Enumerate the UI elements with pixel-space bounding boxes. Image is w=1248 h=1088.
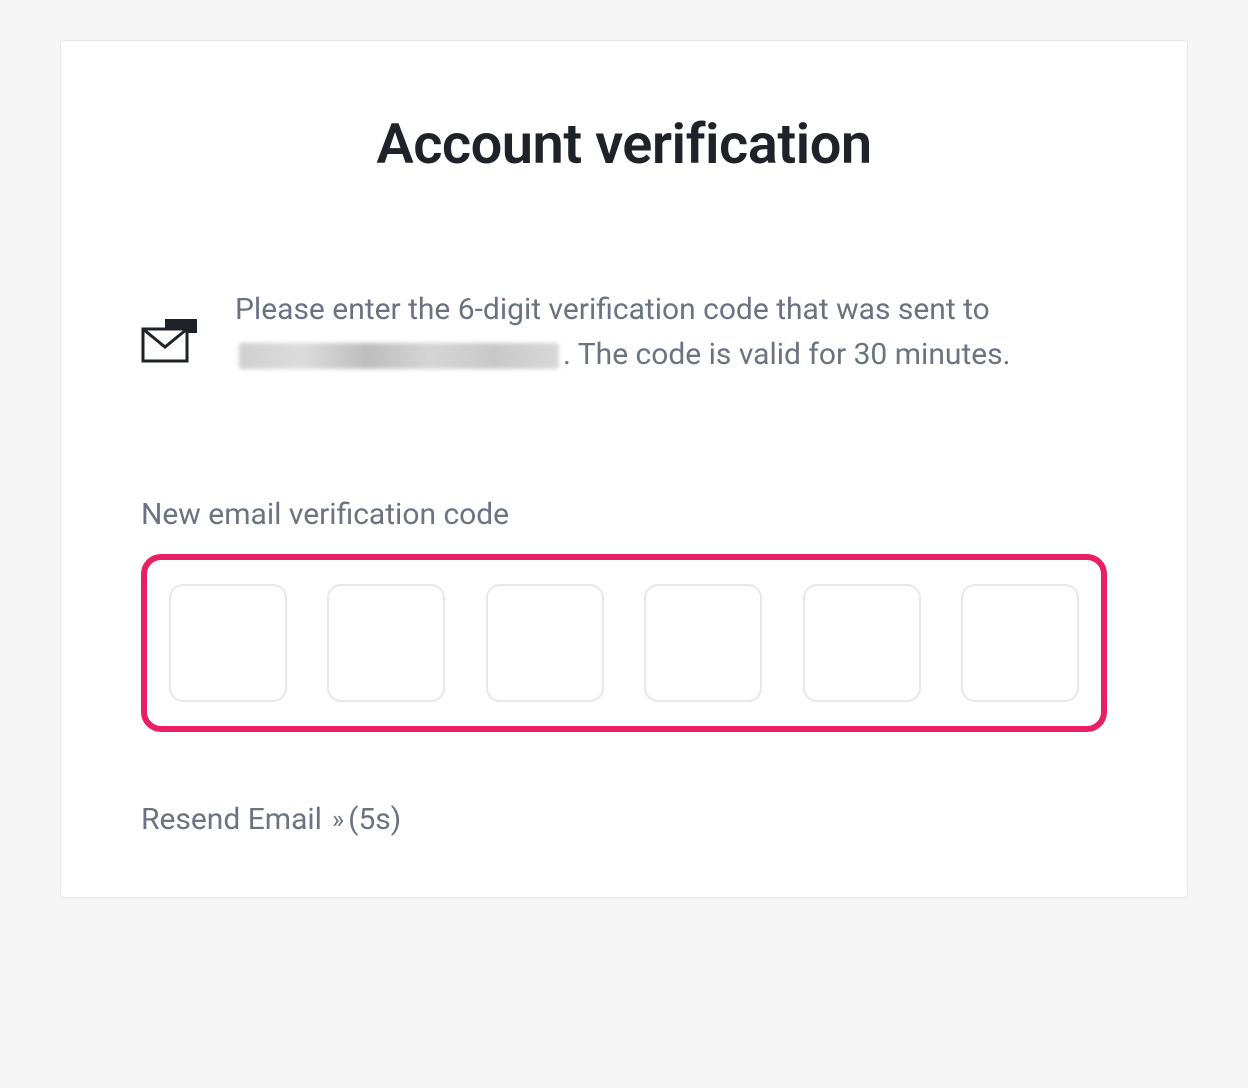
resend-cooldown: (5s) [348, 802, 401, 837]
code-digit-4[interactable] [644, 584, 762, 702]
code-digit-1[interactable] [169, 584, 287, 702]
code-input-highlight [141, 554, 1107, 732]
verification-card: Account verification Please enter the 6-… [60, 40, 1188, 898]
redacted-email [239, 343, 559, 369]
page-title: Account verification [141, 111, 1107, 177]
instruction-row: Please enter the 6-digit verification co… [141, 287, 1107, 377]
code-digit-6[interactable] [961, 584, 1079, 702]
instruction-text: Please enter the 6-digit verification co… [235, 287, 1107, 377]
resend-label: Resend Email [141, 802, 322, 837]
code-input-group [169, 584, 1079, 702]
code-digit-5[interactable] [803, 584, 921, 702]
code-field-label: New email verification code [141, 497, 1107, 532]
instruction-part-b: . The code is valid for 30 minutes. [563, 337, 1011, 372]
mail-icon [141, 317, 199, 369]
instruction-part-a: Please enter the 6-digit verification co… [235, 292, 990, 327]
chevron-right-double-icon: » [332, 805, 338, 835]
resend-email-link[interactable]: Resend Email » (5s) [141, 802, 401, 837]
code-digit-2[interactable] [327, 584, 445, 702]
code-digit-3[interactable] [486, 584, 604, 702]
